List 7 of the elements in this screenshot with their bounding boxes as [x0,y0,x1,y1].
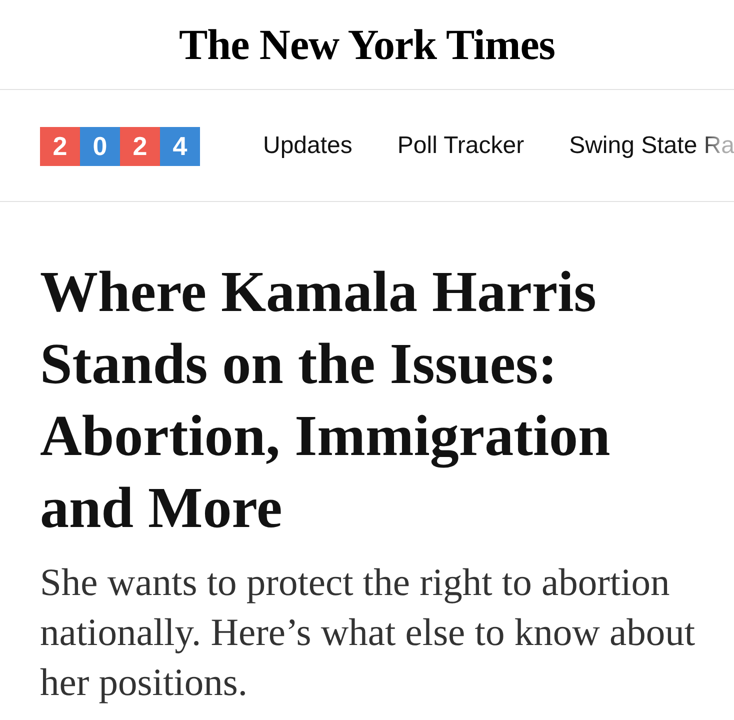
nav-link[interactable]: Updates [263,132,352,160]
year-digit-tile[interactable]: 4 [160,127,200,166]
article-headline: Where Kamala Harris Stands on the Issues: Abortion, Immigration and More [40,258,612,542]
nav-link[interactable]: Poll Tracker [397,132,524,160]
article-summary: She wants to protect the right to abortion nationally. Here’s what else to know about her positions. [40,561,696,706]
site-logo[interactable]: The New York Times [178,24,556,67]
year-digit-tile[interactable]: 0 [80,127,120,166]
